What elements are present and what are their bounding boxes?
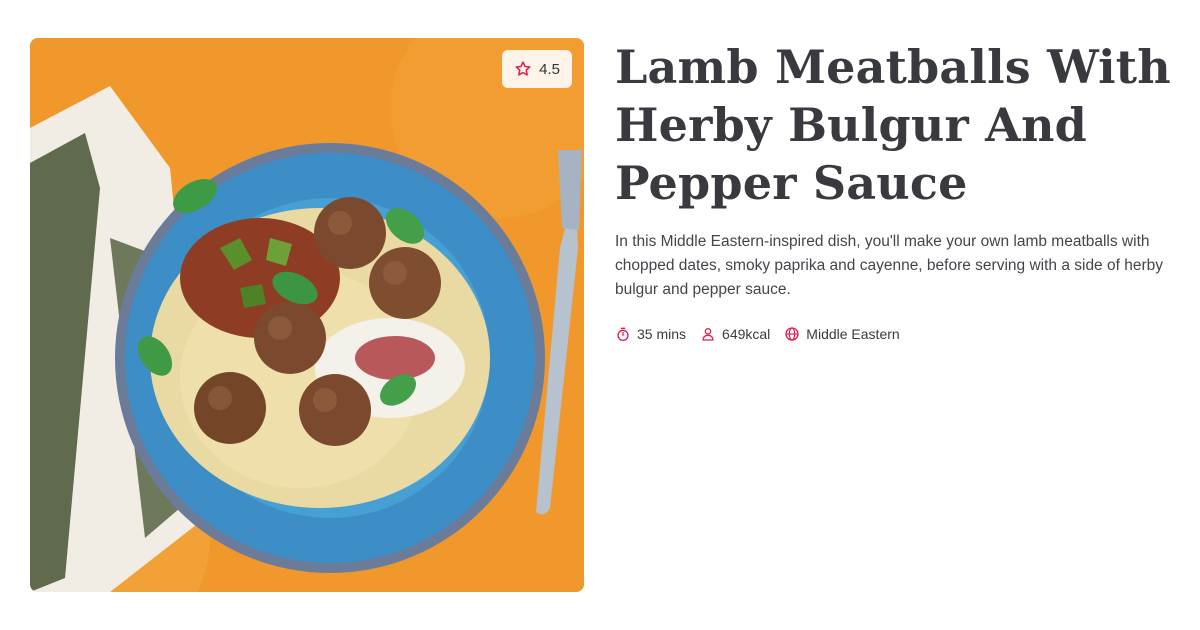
recipe-image: 4.5 xyxy=(30,38,584,592)
recipe-info: Lamb Meatballs With Herby Bulgur And Pep… xyxy=(615,38,1175,342)
rating-value: 4.5 xyxy=(539,60,560,78)
cuisine-meta: Middle Eastern xyxy=(784,326,900,342)
calories-label: 649kcal xyxy=(722,326,771,342)
calories-meta: 649kcal xyxy=(700,326,770,342)
timer-icon xyxy=(615,326,631,342)
cuisine-label: Middle Eastern xyxy=(806,326,900,342)
recipe-description: In this Middle Eastern-inspired dish, yo… xyxy=(615,233,1163,298)
person-icon xyxy=(700,326,716,342)
time-label: 35 mins xyxy=(637,326,687,342)
globe-icon xyxy=(784,326,800,342)
recipe-meta: 35 mins 649kcal Middle Eastern xyxy=(615,326,1175,342)
dish-illustration xyxy=(30,38,584,592)
time-meta: 35 mins xyxy=(615,326,686,342)
rating-badge: 4.5 xyxy=(502,50,572,88)
recipe-title: Lamb Meatballs With Herby Bulgur And Pep… xyxy=(615,40,1171,210)
star-outline-icon xyxy=(514,60,532,78)
